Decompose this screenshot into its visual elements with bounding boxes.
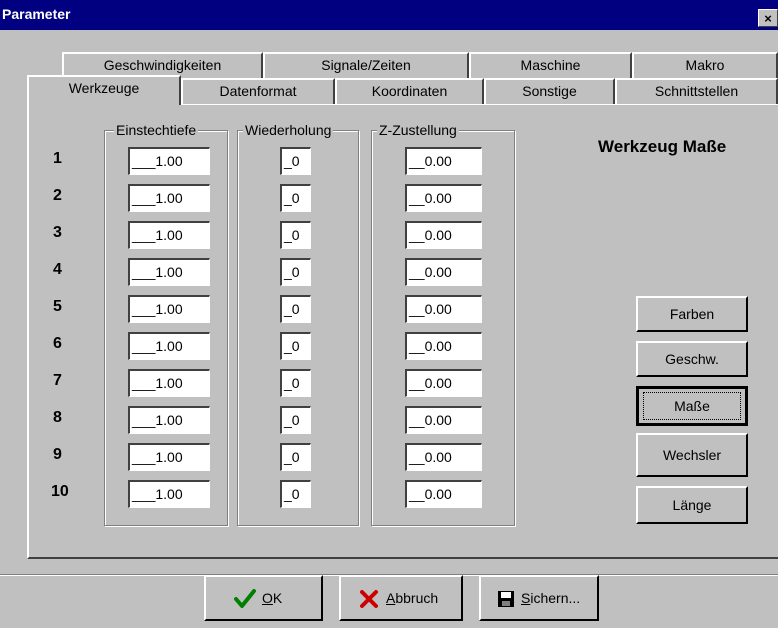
einstechtiefe-field[interactable]: ___1.00 <box>128 258 210 286</box>
abbruch-button-label: Abbruch <box>386 590 438 606</box>
tab-koordinaten[interactable]: Koordinaten <box>335 78 484 104</box>
einstechtiefe-field[interactable]: ___1.00 <box>128 443 210 471</box>
row-number: 8 <box>53 409 62 426</box>
z-zustellung-field[interactable]: __0.00 <box>405 221 482 249</box>
tab-sonstige[interactable]: Sonstige <box>484 78 615 104</box>
wiederholung-field[interactable]: _0 <box>280 295 311 323</box>
einstechtiefe-field[interactable]: ___1.00 <box>128 147 210 175</box>
group-label-wiederholung: Wiederholung <box>243 122 334 138</box>
row-number: 9 <box>53 446 62 463</box>
sichern-button-label: Sichern... <box>521 590 580 606</box>
tab-maschine[interactable]: Maschine <box>469 52 632 78</box>
row-number: 10 <box>51 483 69 500</box>
window-title: Parameter <box>2 6 71 22</box>
checkmark-icon <box>234 589 256 608</box>
close-button[interactable]: × <box>758 9 778 27</box>
group-label-einstechtiefe: Einstechtiefe <box>114 122 199 138</box>
z-zustellung-field[interactable]: __0.00 <box>405 258 482 286</box>
abbruch-button[interactable]: Abbruch <box>339 575 463 621</box>
einstechtiefe-field[interactable]: ___1.00 <box>128 406 210 434</box>
einstechtiefe-field[interactable]: ___1.00 <box>128 480 210 508</box>
title-bar[interactable]: Parameter × <box>0 0 778 30</box>
row-number: 7 <box>53 372 62 389</box>
focus-ring <box>643 392 741 420</box>
tab-signale-zeiten[interactable]: Signale/Zeiten <box>263 52 469 78</box>
row-number: 4 <box>53 261 62 278</box>
ok-button-label: OK <box>262 590 282 606</box>
farben-button[interactable]: Farben <box>636 296 748 332</box>
einstechtiefe-field[interactable]: ___1.00 <box>128 221 210 249</box>
wiederholung-field[interactable]: _0 <box>280 147 311 175</box>
ok-label-rest: K <box>272 590 283 606</box>
group-label-z-zustellung: Z-Zustellung <box>377 122 459 138</box>
einstechtiefe-field[interactable]: ___1.00 <box>128 332 210 360</box>
laenge-button[interactable]: Länge <box>636 486 748 524</box>
z-zustellung-field[interactable]: __0.00 <box>405 184 482 212</box>
einstechtiefe-field[interactable]: ___1.00 <box>128 369 210 397</box>
wiederholung-field[interactable]: _0 <box>280 332 311 360</box>
masse-button[interactable]: Maße <box>636 386 748 426</box>
wiederholung-field[interactable]: _0 <box>280 443 311 471</box>
z-zustellung-field[interactable]: __0.00 <box>405 369 482 397</box>
wiederholung-field[interactable]: _0 <box>280 184 311 212</box>
sichern-mnemonic: S <box>521 590 531 606</box>
sichern-button[interactable]: Sichern... <box>479 575 599 621</box>
floppy-disk-icon <box>498 591 514 607</box>
einstechtiefe-field[interactable]: ___1.00 <box>128 295 210 323</box>
z-zustellung-field[interactable]: __0.00 <box>405 406 482 434</box>
sichern-label-rest: ichern... <box>530 590 581 606</box>
tab-makro[interactable]: Makro <box>632 52 778 78</box>
tab-datenformat[interactable]: Datenformat <box>181 78 335 104</box>
tab-werkzeuge[interactable]: Werkzeuge <box>27 75 181 105</box>
wiederholung-field[interactable]: _0 <box>280 221 311 249</box>
wiederholung-field[interactable]: _0 <box>280 258 311 286</box>
z-zustellung-field[interactable]: __0.00 <box>405 332 482 360</box>
geschw-button[interactable]: Geschw. <box>636 341 748 377</box>
wechsler-button[interactable]: Wechsler <box>636 433 748 477</box>
row-number: 6 <box>53 335 62 352</box>
ok-button[interactable]: OK <box>204 575 323 621</box>
parameter-dialog: Parameter × Geschwindigkeiten Signale/Ze… <box>0 0 778 628</box>
row-number: 5 <box>53 298 62 315</box>
cross-icon <box>360 590 378 608</box>
wiederholung-field[interactable]: _0 <box>280 369 311 397</box>
z-zustellung-field[interactable]: __0.00 <box>405 147 482 175</box>
row-number: 1 <box>53 150 62 167</box>
ok-mnemonic: O <box>262 590 273 606</box>
section-heading: Werkzeug Maße <box>598 137 727 156</box>
row-number: 2 <box>53 187 62 204</box>
abbruch-mnemonic: A <box>386 590 396 606</box>
z-zustellung-field[interactable]: __0.00 <box>405 295 482 323</box>
wiederholung-field[interactable]: _0 <box>280 480 311 508</box>
row-number: 3 <box>53 224 62 241</box>
tab-schnittstellen[interactable]: Schnittstellen <box>615 78 778 104</box>
z-zustellung-field[interactable]: __0.00 <box>405 480 482 508</box>
z-zustellung-field[interactable]: __0.00 <box>405 443 482 471</box>
abbruch-label-rest: bbruch <box>395 590 439 606</box>
wiederholung-field[interactable]: _0 <box>280 406 311 434</box>
einstechtiefe-field[interactable]: ___1.00 <box>128 184 210 212</box>
